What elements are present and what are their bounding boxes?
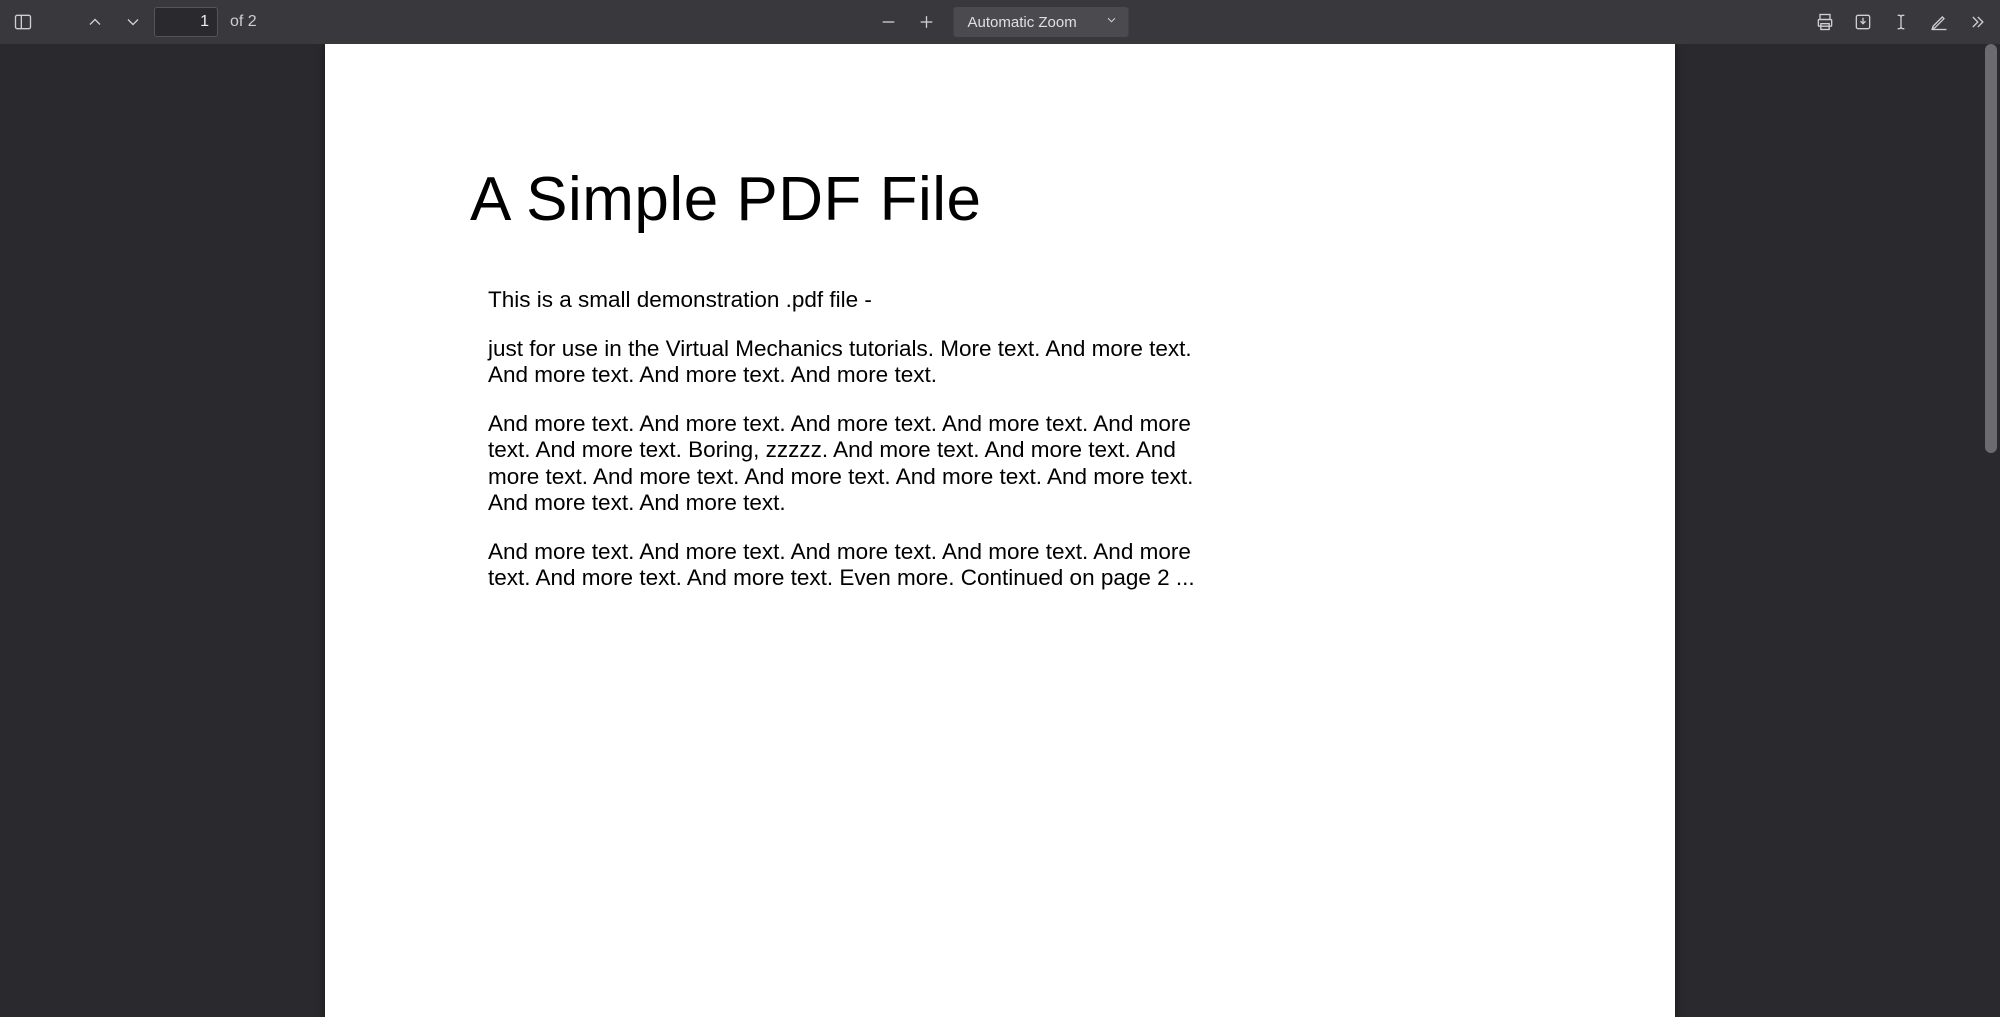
prev-page-button[interactable]: [78, 5, 112, 39]
chevron-down-icon: [1105, 13, 1119, 31]
document-paragraph: This is a small demonstration .pdf file …: [488, 287, 1198, 314]
toolbar: of 2 Automatic Zoom: [0, 0, 2000, 44]
text-tool-button[interactable]: [1884, 5, 1918, 39]
pencil-icon: [1929, 12, 1949, 32]
document-paragraph: And more text. And more text. And more t…: [488, 539, 1198, 592]
page-count-label: of 2: [230, 13, 257, 31]
pdf-page: A Simple PDF File This is a small demons…: [325, 44, 1675, 1017]
chevron-up-icon: [85, 12, 105, 32]
sidebar-icon: [13, 12, 33, 32]
draw-tool-button[interactable]: [1922, 5, 1956, 39]
sidebar-toggle-button[interactable]: [6, 5, 40, 39]
download-icon: [1853, 12, 1873, 32]
toolbar-left-group: of 2: [6, 5, 257, 39]
next-page-button[interactable]: [116, 5, 150, 39]
scrollbar-track[interactable]: [1982, 44, 2000, 1017]
more-tools-button[interactable]: [1960, 5, 1994, 39]
plus-icon: [917, 12, 937, 32]
page-number-input[interactable]: [154, 7, 218, 37]
print-icon: [1815, 12, 1835, 32]
toolbar-right-group: [1808, 5, 1994, 39]
zoom-select-label: Automatic Zoom: [968, 14, 1077, 31]
print-button[interactable]: [1808, 5, 1842, 39]
document-viewer[interactable]: A Simple PDF File This is a small demons…: [0, 44, 2000, 1017]
zoom-in-button[interactable]: [910, 5, 944, 39]
document-title: A Simple PDF File: [470, 164, 1525, 235]
scrollbar-thumb[interactable]: [1985, 44, 1997, 453]
document-paragraph: just for use in the Virtual Mechanics tu…: [488, 336, 1198, 389]
document-paragraph: And more text. And more text. And more t…: [488, 411, 1198, 517]
save-button[interactable]: [1846, 5, 1880, 39]
minus-icon: [879, 12, 899, 32]
zoom-select[interactable]: Automatic Zoom: [954, 7, 1129, 37]
zoom-out-button[interactable]: [872, 5, 906, 39]
text-cursor-icon: [1891, 12, 1911, 32]
toolbar-center-group: Automatic Zoom: [872, 5, 1129, 39]
chevron-down-icon: [123, 12, 143, 32]
chevrons-right-icon: [1967, 12, 1987, 32]
